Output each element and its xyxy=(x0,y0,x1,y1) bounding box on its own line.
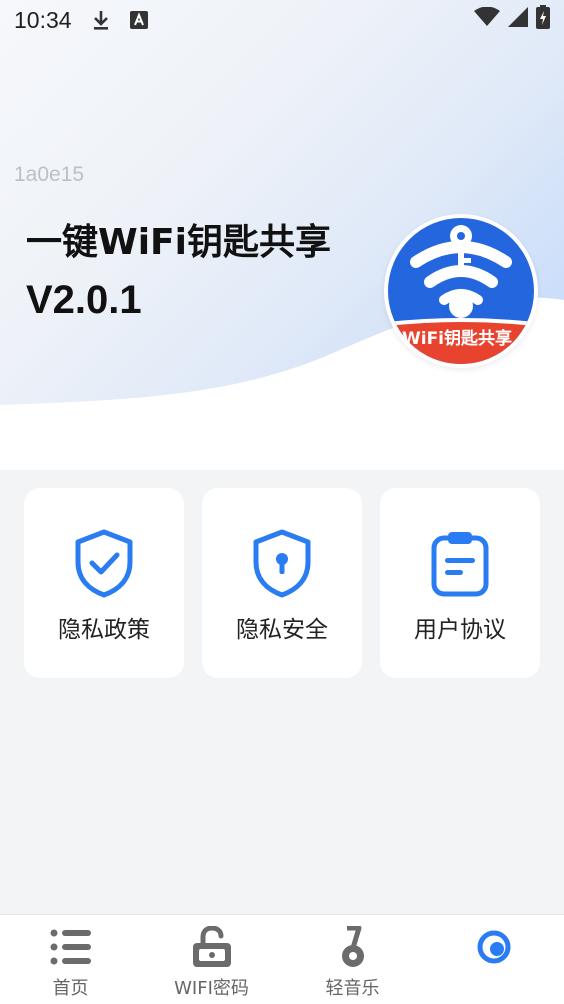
status-bar: 10:34 xyxy=(0,0,564,40)
nav-wifi-password-label: WIFI密码 xyxy=(174,978,249,999)
shield-lock-icon xyxy=(246,526,318,600)
privacy-policy-card[interactable]: 隐私政策 xyxy=(24,488,184,678)
clipboard-icon xyxy=(424,526,496,600)
battery-icon xyxy=(536,5,550,35)
privacy-policy-label: 隐私政策 xyxy=(58,617,150,643)
nav-home[interactable]: 首页 xyxy=(0,915,141,1004)
download-icon xyxy=(92,9,110,31)
logo-text: WiFi钥匙共享 xyxy=(401,329,513,349)
app-title: 一键WiFi钥匙共享 xyxy=(26,222,331,263)
app-version: V2.0.1 xyxy=(26,278,142,322)
privacy-security-label: 隐私安全 xyxy=(236,617,328,643)
hero-header: 10:34 1a0e15 一键WiFi钥匙共享 V2.0.1 WiFi钥匙共享 xyxy=(0,0,564,470)
music-note-icon xyxy=(331,925,375,969)
wifi-icon xyxy=(474,6,500,33)
privacy-security-card[interactable]: 隐私安全 xyxy=(202,488,362,678)
status-time: 10:34 xyxy=(14,6,72,33)
user-agreement-card[interactable]: 用户协议 xyxy=(380,488,540,678)
unlock-icon xyxy=(190,925,234,969)
app-logo: WiFi钥匙共享 xyxy=(384,214,538,368)
user-agreement-label: 用户协议 xyxy=(414,617,506,643)
shield-check-icon xyxy=(68,526,140,600)
nav-wifi-password[interactable]: WIFI密码 xyxy=(141,915,282,1004)
info-cards: 隐私政策 隐私安全 用户协议 xyxy=(24,488,540,678)
a-notification-icon xyxy=(129,11,148,29)
build-id: 1a0e15 xyxy=(14,163,85,186)
nav-profile[interactable] xyxy=(423,915,564,1004)
profile-ring-icon xyxy=(472,925,516,969)
nav-home-label: 首页 xyxy=(52,978,89,999)
bottom-nav: 首页 WIFI密码 轻音乐 xyxy=(0,914,564,1004)
nav-light-music-label: 轻音乐 xyxy=(325,978,380,999)
list-icon xyxy=(49,925,93,969)
signal-icon xyxy=(508,7,528,33)
nav-light-music[interactable]: 轻音乐 xyxy=(282,915,423,1004)
